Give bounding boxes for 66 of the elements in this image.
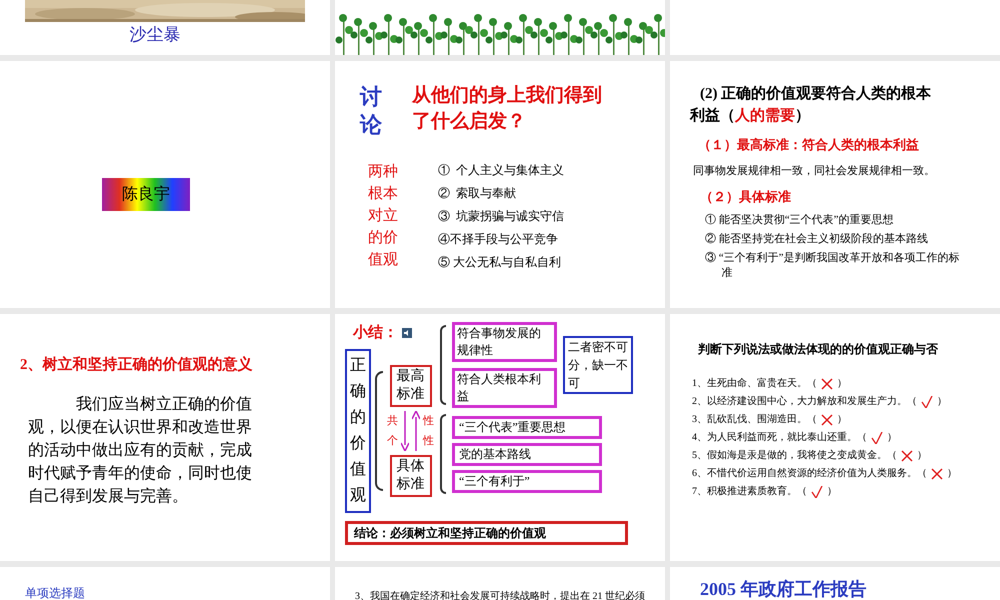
criterion-box: 符合事物发展的规律性 bbox=[452, 322, 557, 362]
side-label: 的价 bbox=[368, 229, 398, 248]
up-arrow-icon bbox=[412, 410, 420, 450]
arrow-label: 个 bbox=[387, 434, 398, 448]
side-label: 根本 bbox=[368, 184, 398, 204]
statement-text: 1、生死由命、富贵在天。（ bbox=[692, 376, 817, 391]
statement-text: ） bbox=[827, 485, 837, 499]
speaker-icon bbox=[402, 328, 412, 338]
list-item: ③ 坑蒙拐骗与诚实守信 bbox=[438, 208, 564, 225]
list-item: ① 个人主义与集体主义 bbox=[438, 162, 564, 179]
arrow-label: 共 bbox=[387, 414, 398, 428]
list-item: ② 能否坚持党在社会主义初级阶段的基本路线 bbox=[705, 232, 929, 246]
arrow-label: 性 bbox=[423, 414, 434, 428]
statement-text: 5、假如海是汞是做的，我将使之变成黄金。（ bbox=[692, 448, 897, 463]
summary-title: 小结： bbox=[353, 323, 398, 343]
section-heading: （１）最高标准：符合人类的根本利益 bbox=[697, 136, 920, 154]
slide-thumbnail[interactable]: (2) 正确的价值观要符合人类的根本利益（人的需要） （１）最高标准：符合人类的根本利益 同事物发展规律相一致，同社会发展规律相一致。 （２）具体标准 ① 能否坚决贯彻“三个代表”的重要思想 ② 能否坚持党在社会主义初级阶段的基本路线 ③ “三个有利于”是判断我国改革开放和各项工作的标准 bbox=[670, 61, 1000, 308]
slide-thumbnail[interactable]: 2005 年政府工作报告 bbox=[670, 567, 1000, 600]
statement-text: 7、积极推进素质教育。（ bbox=[692, 484, 807, 499]
note-box: 二者密不可分，缺一不可 bbox=[563, 336, 633, 394]
section-heading: （２）具体标准 bbox=[699, 188, 792, 206]
list-item: ④不择手段与公平竞争 bbox=[438, 231, 559, 248]
slide-title: (2) 正确的价值观要符合人类的根本利益（人的需要） bbox=[690, 84, 932, 126]
statement-text: ） bbox=[947, 467, 957, 481]
statement-text: ） bbox=[837, 413, 847, 427]
slide-title: 2、树立和坚持正确的价值观的意义 bbox=[20, 355, 254, 375]
standard-box: 具体标准 bbox=[390, 454, 432, 496]
statement-text: ） bbox=[937, 395, 947, 409]
arrow-label: 性 bbox=[423, 434, 434, 448]
statement-text: ） bbox=[837, 377, 847, 391]
concept-box: 正确的价值观 bbox=[345, 348, 371, 512]
criterion-box: 符合人类根本利益 bbox=[452, 368, 557, 408]
statement-text: 2、以经济建设围中心，大力解放和发展生产力。（ bbox=[692, 394, 917, 409]
conclusion-box: 结论：必须树立和坚持正确的价值观 bbox=[345, 520, 628, 544]
side-label: 对立 bbox=[368, 206, 398, 226]
body-text: 我们应当树立正确的价值观，以便在认识世界和改造世界的活动中做出应有的贡献，完成时代赋予青年的使命，同时也使自己得到发展与完善。 bbox=[27, 394, 253, 506]
slide-title: 从他们的身上我们得到了什么启发？ bbox=[412, 84, 603, 134]
criterion-box: “三个有利于” bbox=[452, 470, 602, 492]
slide-title: 2005 年政府工作报告 bbox=[700, 579, 866, 599]
slide-heading: 单项选择题 bbox=[25, 586, 85, 600]
side-label: 两种 bbox=[368, 162, 398, 182]
down-arrow-icon bbox=[401, 410, 409, 450]
statement-text: 4、为人民利益而死，就比泰山还重。（ bbox=[692, 430, 867, 445]
slide-thumbnail[interactable]: 沙尘暴 bbox=[0, 0, 330, 55]
side-label: 值观 bbox=[368, 251, 398, 270]
discussion-label: 论 bbox=[360, 111, 382, 139]
statement-text: ） bbox=[917, 449, 927, 463]
slide-thumbnail[interactable]: 小结： 正确的价值观 最高标准 共 个 性 性 具体标准 符合事物发展的规律性 符合人类根本利益 二者密不可分，缺一不可 “三个代表”重要思想 党的基本路线 “三个有利于” 结论：必须树立和坚持正确的价值观 bbox=[335, 314, 665, 561]
criterion-box: 党的基本路线 bbox=[452, 442, 602, 466]
discussion-label: 讨 bbox=[360, 83, 382, 111]
statement-text: 6、不惜代价运用自然资源的经济价值为人类服务。（ bbox=[692, 466, 927, 481]
standard-box: 最高标准 bbox=[390, 364, 432, 406]
list-item: ① 能否坚决贯彻“三个代表”的重要思想 bbox=[705, 212, 895, 228]
body-text: 同事物发展规律相一致，同社会发展规律相一致。 bbox=[692, 164, 936, 178]
list-item: ② 索取与奉献 bbox=[438, 185, 517, 202]
slide-thumbnail[interactable]: 2、树立和坚持正确的价值观的意义 我们应当树立正确的价值观，以便在认识世界和改造世界的活动中做出应有的贡献，完成时代赋予青年的使命，同时也使自己得到发展与完善。 bbox=[0, 314, 330, 561]
statement-text: ） bbox=[887, 431, 897, 445]
list-item: ③ “三个有利于”是判断我国改革开放和各项工作的标准 bbox=[705, 250, 961, 280]
slide-thumbnail[interactable]: 讨 论 从他们的身上我们得到了什么启发？ 两种 根本 对立 的价 值观 ① 个人主义与集体主义 ② 索取与奉献 ③ 坑蒙拐骗与诚实守信 ④不择手段与公平竞争 ⑤ 大公无私与自私自利 bbox=[335, 61, 665, 308]
criterion-box: “三个代表”重要思想 bbox=[452, 416, 602, 438]
slide-thumbnail[interactable]: 判断下列说法或做法体现的的价值观正确与否 1、生死由命、富贵在天。（ ） 2、以经济建设围中心，大力解放和发展生产力。（ ） 3、乱砍乱伐、围湖造田。（ ） 4、为人民利益而死，就比泰山还重。（ ） 5、假如海是汞是做的，我将使之变成黄金。（ ） 6、不惜代价运用自然资源的经济价值为人类服务。（ ） 7、积极推进素质教育。（ ） bbox=[670, 314, 1000, 561]
slide-title: 判断下列说法或做法体现的的价值观正确与否 bbox=[696, 341, 939, 358]
list-item: ⑤ 大公无私与自私自利 bbox=[438, 254, 562, 271]
slide-thumbnail[interactable]: 单项选择题 bbox=[0, 567, 330, 600]
slide-caption: 沙尘暴 bbox=[130, 24, 180, 46]
statement-text: 3、乱砍乱伐、围湖造田。（ bbox=[692, 412, 817, 427]
